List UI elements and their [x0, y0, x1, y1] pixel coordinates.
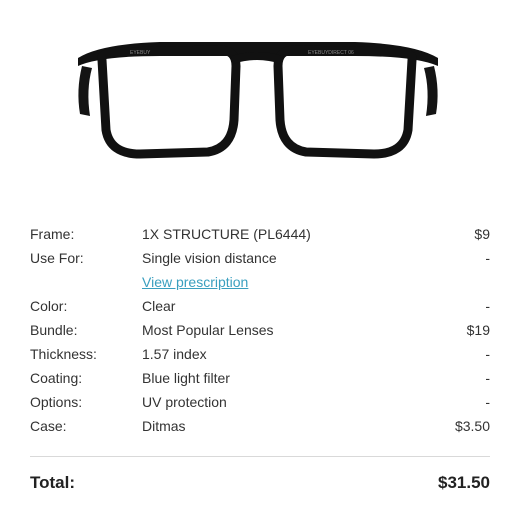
row-case: Case: Ditmas $3.50	[30, 414, 490, 438]
row-price: $9	[474, 226, 490, 242]
row-value: 1X STRUCTURE (PL6444)	[142, 226, 311, 242]
row-value: Blue light filter	[142, 370, 230, 386]
temple-text-left: EYEBUY	[130, 50, 151, 56]
glasses-product-image: EYEBUY EYEBUYDIRECT 06	[70, 30, 445, 170]
summary-divider	[30, 456, 490, 457]
eyeglasses-icon: EYEBUY EYEBUYDIRECT 06	[78, 42, 438, 159]
row-label: Use For:	[30, 250, 84, 266]
row-price: -	[485, 250, 490, 266]
row-frame: Frame: 1X STRUCTURE (PL6444) $9	[30, 222, 490, 246]
row-bundle: Bundle: Most Popular Lenses $19	[30, 318, 490, 342]
view-prescription-link[interactable]: View prescription	[142, 270, 248, 294]
row-value: Clear	[142, 298, 176, 314]
row-price: -	[485, 394, 490, 410]
row-price: $19	[466, 322, 490, 338]
row-use-for: Use For: Single vision distance -	[30, 246, 490, 270]
row-thickness: Thickness: 1.57 index -	[30, 342, 490, 366]
order-summary: Frame: 1X STRUCTURE (PL6444) $9 Use For:…	[30, 222, 490, 438]
total-label: Total:	[30, 473, 76, 492]
row-label: Frame:	[30, 226, 75, 242]
row-label: Options:	[30, 394, 83, 410]
row-color: Color: Clear -	[30, 294, 490, 318]
row-label: Case:	[30, 418, 67, 434]
row-prescription-link: View prescription	[30, 270, 490, 294]
row-value: Most Popular Lenses	[142, 322, 274, 338]
temple-text-right: EYEBUYDIRECT 06	[308, 50, 354, 56]
row-value: 1.57 index	[142, 346, 207, 362]
row-label: Bundle:	[30, 322, 78, 338]
row-price: -	[485, 370, 490, 386]
total-row: Total: $31.50	[30, 470, 490, 496]
row-options: Options: UV protection -	[30, 390, 490, 414]
total-price: $31.50	[438, 473, 490, 492]
row-price: -	[485, 346, 490, 362]
row-coating: Coating: Blue light filter -	[30, 366, 490, 390]
row-value: UV protection	[142, 394, 227, 410]
row-value: Single vision distance	[142, 250, 277, 266]
row-price: $3.50	[454, 418, 490, 434]
row-label: Coating:	[30, 370, 83, 386]
row-label: Thickness:	[30, 346, 97, 362]
row-value: Ditmas	[142, 418, 186, 434]
row-price: -	[485, 298, 490, 314]
row-label: Color:	[30, 298, 68, 314]
